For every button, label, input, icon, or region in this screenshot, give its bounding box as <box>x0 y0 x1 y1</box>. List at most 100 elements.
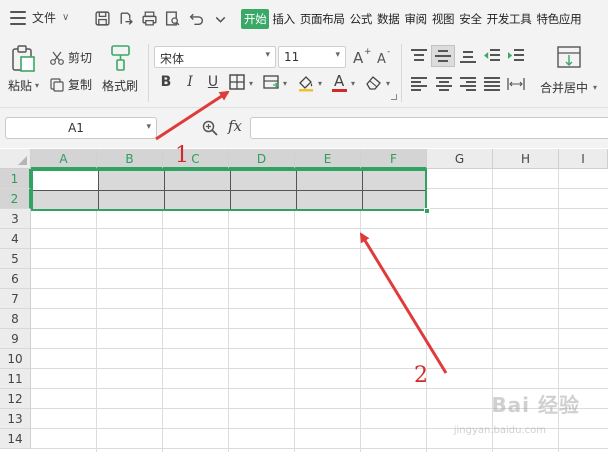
row-header-14[interactable]: 14 <box>0 429 31 449</box>
underline-button[interactable]: U <box>203 72 223 92</box>
ribbon-separator <box>401 44 402 102</box>
justify-icon[interactable] <box>484 77 500 91</box>
file-menu[interactable]: 文件 ∨ <box>10 9 69 26</box>
align-top-icon[interactable] <box>411 49 427 63</box>
column-header-a[interactable]: A <box>31 149 97 169</box>
column-header-i[interactable]: I <box>559 149 608 169</box>
fill-color-icon[interactable] <box>296 72 316 92</box>
paste-label[interactable]: 粘贴 <box>8 77 32 94</box>
column-header-g[interactable]: G <box>427 149 493 169</box>
tab-developer[interactable]: 开发工具 <box>485 9 534 29</box>
font-color-dropdown-icon[interactable]: ▾ <box>351 79 355 88</box>
merge-center-icon[interactable] <box>556 45 582 69</box>
distributed-align-icon[interactable] <box>507 76 525 92</box>
row-header-8[interactable]: 8 <box>0 309 31 329</box>
row-header-1[interactable]: 1 <box>0 169 31 189</box>
row-header-7[interactable]: 7 <box>0 289 31 309</box>
borders-dropdown-icon[interactable]: ▾ <box>249 79 253 88</box>
format-painter-icon[interactable] <box>108 43 134 73</box>
copy-label[interactable]: 复制 <box>68 76 92 93</box>
row-header-4[interactable]: 4 <box>0 229 31 249</box>
export-icon[interactable] <box>115 8 135 28</box>
merge-center-label[interactable]: 合并居中 <box>540 79 588 96</box>
copy-button[interactable]: 复制 <box>49 76 92 93</box>
tab-features[interactable]: 特色应用 <box>534 9 583 29</box>
cell-selection[interactable] <box>31 169 427 211</box>
align-right-icon[interactable] <box>460 77 476 91</box>
italic-button[interactable]: I <box>180 72 200 92</box>
tab-data[interactable]: 数据 <box>375 9 401 29</box>
paste-icon <box>12 45 35 72</box>
column-header-d[interactable]: D <box>229 149 295 169</box>
insert-function-button[interactable]: fx <box>228 117 242 135</box>
font-color-button[interactable]: A <box>331 72 349 92</box>
font-dialog-launcher-icon[interactable] <box>391 94 397 100</box>
redo-icon[interactable] <box>210 8 230 28</box>
tab-view[interactable]: 视图 <box>430 9 456 29</box>
clear-dropdown-icon[interactable]: ▾ <box>386 79 390 88</box>
row-header-2[interactable]: 2 <box>0 189 31 209</box>
tab-formulas[interactable]: 公式 <box>348 9 374 29</box>
chevron-down-icon[interactable]: ▾ <box>146 122 151 132</box>
grid-line <box>96 169 97 452</box>
row-header-5[interactable]: 5 <box>0 249 31 269</box>
row-header-11[interactable]: 11 <box>0 369 31 389</box>
row-header-13[interactable]: 13 <box>0 409 31 429</box>
increase-font-size-icon[interactable]: A + <box>352 46 372 67</box>
font-size-select[interactable]: 11 ▾ <box>278 46 346 68</box>
formula-input[interactable] <box>250 117 608 139</box>
active-cell[interactable] <box>33 171 98 190</box>
column-header-c[interactable]: C <box>163 149 229 169</box>
grid-line <box>31 288 608 289</box>
fill-color-dropdown-icon[interactable]: ▾ <box>318 79 322 88</box>
cell-style-icon[interactable] <box>262 73 280 91</box>
increase-indent-icon[interactable] <box>508 49 524 63</box>
row-header-6[interactable]: 6 <box>0 269 31 289</box>
borders-icon[interactable] <box>228 73 246 91</box>
align-middle-button[interactable] <box>431 45 455 67</box>
font-color-letter: A <box>334 72 345 90</box>
column-header-h[interactable]: H <box>493 149 559 169</box>
print-preview-icon[interactable] <box>162 8 182 28</box>
fill-handle[interactable] <box>424 208 430 214</box>
eraser-icon[interactable] <box>364 73 384 91</box>
paste-button[interactable] <box>8 42 42 104</box>
paste-dropdown-icon[interactable]: ▾ <box>35 81 39 90</box>
align-bottom-icon[interactable] <box>460 49 476 63</box>
cell-style-dropdown-icon[interactable]: ▾ <box>283 79 287 88</box>
undo-icon[interactable] <box>186 8 206 28</box>
zoom-search-icon[interactable] <box>201 119 219 137</box>
format-painter-label[interactable]: 格式刷 <box>102 77 138 94</box>
merge-center-dropdown-icon[interactable]: ▾ <box>593 83 597 92</box>
column-header-f[interactable]: F <box>361 149 427 169</box>
tab-page-layout[interactable]: 页面布局 <box>298 9 347 29</box>
save-icon[interactable] <box>92 8 112 28</box>
bold-button[interactable]: B <box>156 72 176 92</box>
select-all-button[interactable] <box>0 149 31 169</box>
row-header-9[interactable]: 9 <box>0 329 31 349</box>
file-menu-label[interactable]: 文件 <box>32 9 56 26</box>
name-box[interactable]: A1 ▾ <box>5 117 157 139</box>
align-left-icon[interactable] <box>411 77 427 91</box>
hamburger-icon[interactable] <box>10 10 26 25</box>
column-header-e[interactable]: E <box>295 149 361 169</box>
decrease-indent-icon[interactable] <box>484 49 500 63</box>
decrease-font-size-icon[interactable]: A- <box>375 46 395 67</box>
chevron-down-icon[interactable]: ∨ <box>62 12 69 23</box>
cut-label[interactable]: 剪切 <box>68 49 92 66</box>
print-icon[interactable] <box>139 8 159 28</box>
row-header-12[interactable]: 12 <box>0 389 31 409</box>
tab-review[interactable]: 审阅 <box>402 9 428 29</box>
grid-line <box>31 328 608 329</box>
tab-home[interactable]: 开始 <box>241 8 270 29</box>
tab-security[interactable]: 安全 <box>457 9 483 29</box>
column-header-b[interactable]: B <box>97 149 163 169</box>
tab-insert[interactable]: 插入 <box>270 9 296 29</box>
row-header-10[interactable]: 10 <box>0 349 31 369</box>
font-name-select[interactable]: 宋体 ▾ <box>154 46 276 68</box>
align-center-icon[interactable] <box>436 77 452 91</box>
grid-line <box>294 169 295 452</box>
watermark-url: jingyan.baidu.com <box>453 425 546 436</box>
row-header-3[interactable]: 3 <box>0 209 31 229</box>
cut-button[interactable]: 剪切 <box>49 49 92 66</box>
